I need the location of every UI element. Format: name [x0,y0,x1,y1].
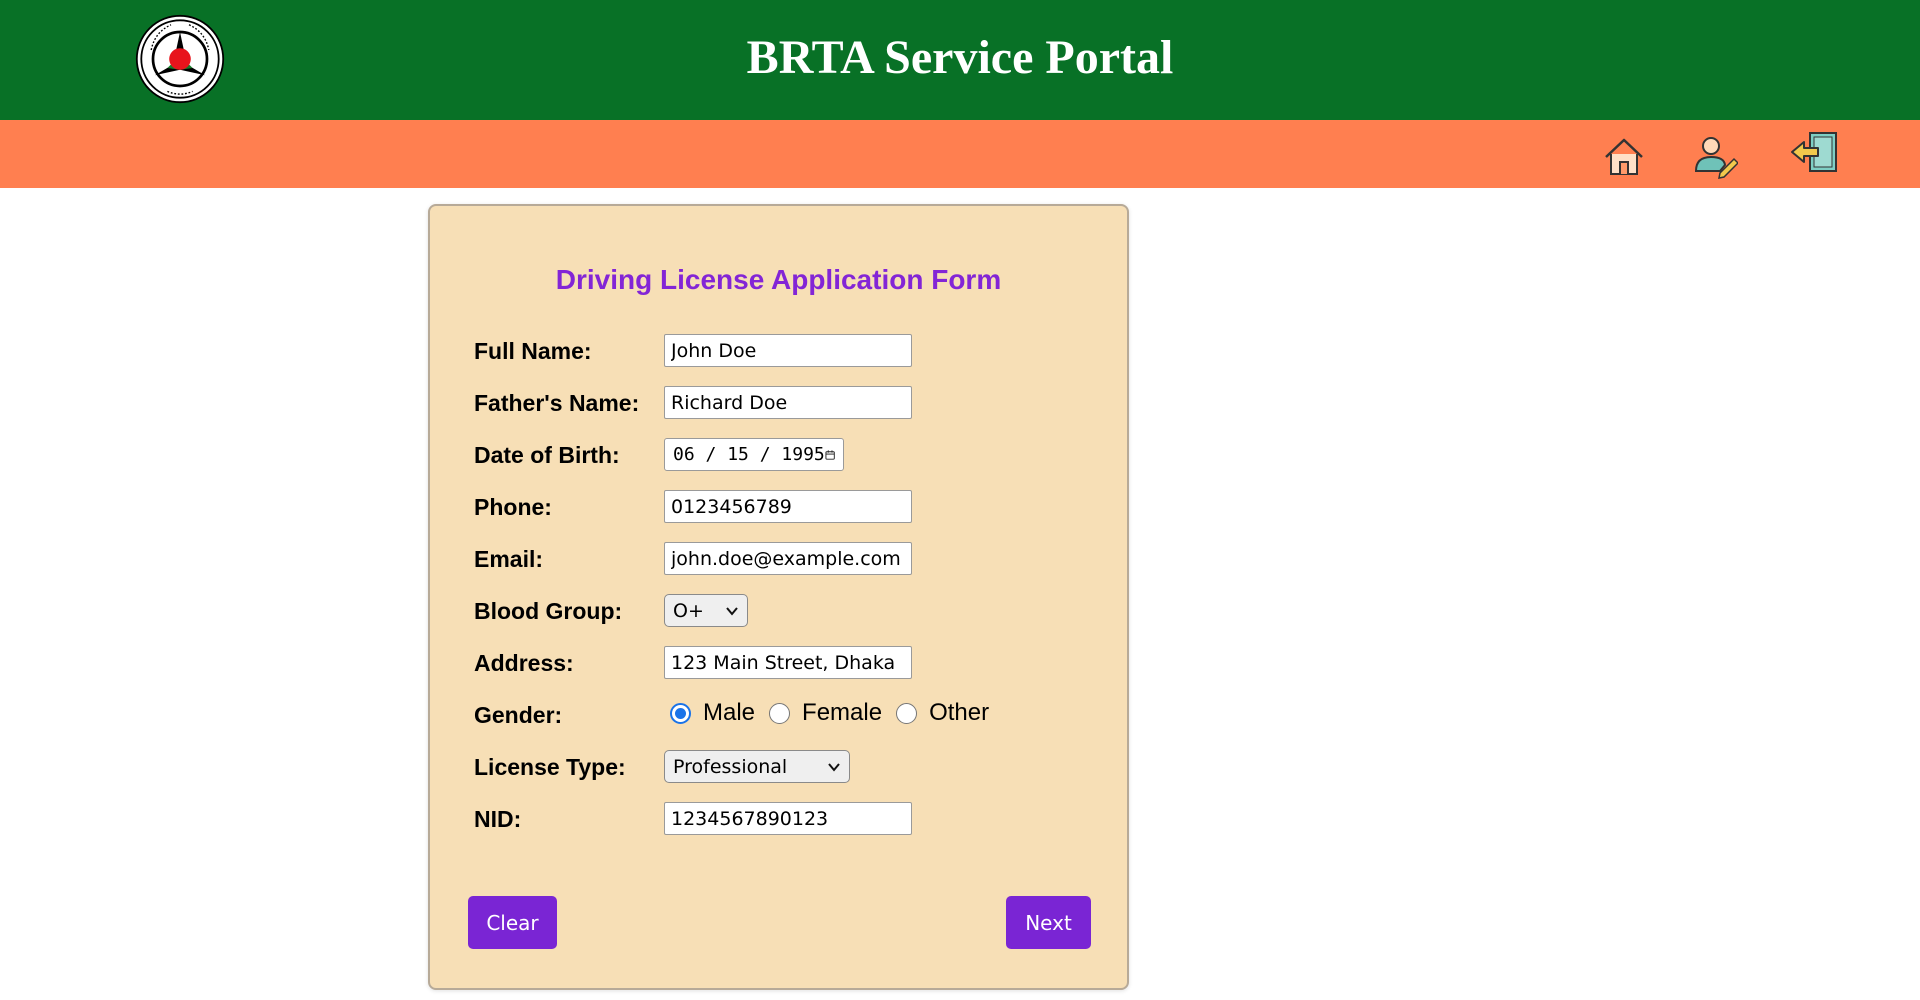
gender-other-radio[interactable] [896,702,918,724]
gender-option-male[interactable]: Male [670,699,755,727]
nav-bar [0,120,1920,188]
gender-female-radio[interactable] [769,702,791,724]
father-name-label: Father's Name: [474,390,640,416]
full-name-label: Full Name: [474,338,592,364]
header-bar: BRTA Service Portal [0,0,1920,120]
gender-male-radio[interactable] [670,702,691,724]
gender-option-label: Female [802,699,883,726]
gender-radio-group: Male Female Other [670,699,1003,727]
license-type-select[interactable]: Professional [664,750,850,783]
dob-label: Date of Birth: [474,442,620,468]
father-name-input[interactable] [664,386,912,419]
home-icon[interactable] [1600,133,1648,181]
portal-title: BRTA Service Portal [746,31,1174,84]
email-input[interactable] [664,542,912,575]
phone-label: Phone: [474,494,552,520]
application-form-card: Driving License Application Form Full Na… [428,204,1129,990]
blood-group-select[interactable]: O+ [664,594,748,627]
gender-label: Gender: [474,702,563,728]
clear-button[interactable]: Clear [468,896,557,949]
next-button[interactable]: Next [1006,896,1091,949]
chevron-down-icon [828,762,840,772]
form-title: Driving License Application Form [555,264,1002,295]
full-name-input[interactable] [664,334,912,367]
nid-label: NID: [474,806,522,832]
license-type-value: Professional [673,755,788,778]
gender-option-other[interactable]: Other [896,699,989,727]
calendar-icon[interactable] [825,444,835,466]
blood-group-value: O+ [673,599,704,622]
date-separator: / [748,444,782,465]
date-separator: / [694,444,728,465]
dob-input[interactable]: 06 / 15 / 1995 [664,438,844,471]
profile-edit-icon[interactable] [1690,131,1738,179]
phone-input[interactable] [664,490,912,523]
license-type-label: License Type: [474,754,626,780]
blood-group-label: Blood Group: [474,598,623,624]
address-label: Address: [474,650,574,676]
email-label: Email: [474,546,544,572]
address-input[interactable] [664,646,912,679]
nid-input[interactable] [664,802,912,835]
chevron-down-icon [726,606,738,616]
dob-month[interactable]: 06 [673,444,695,465]
dob-year[interactable]: 1995 [781,444,824,465]
gender-option-female[interactable]: Female [769,699,882,727]
dob-day[interactable]: 15 [727,444,749,465]
logout-icon[interactable] [1790,129,1838,177]
gender-option-label: Male [703,699,756,726]
gender-option-label: Other [929,699,990,726]
